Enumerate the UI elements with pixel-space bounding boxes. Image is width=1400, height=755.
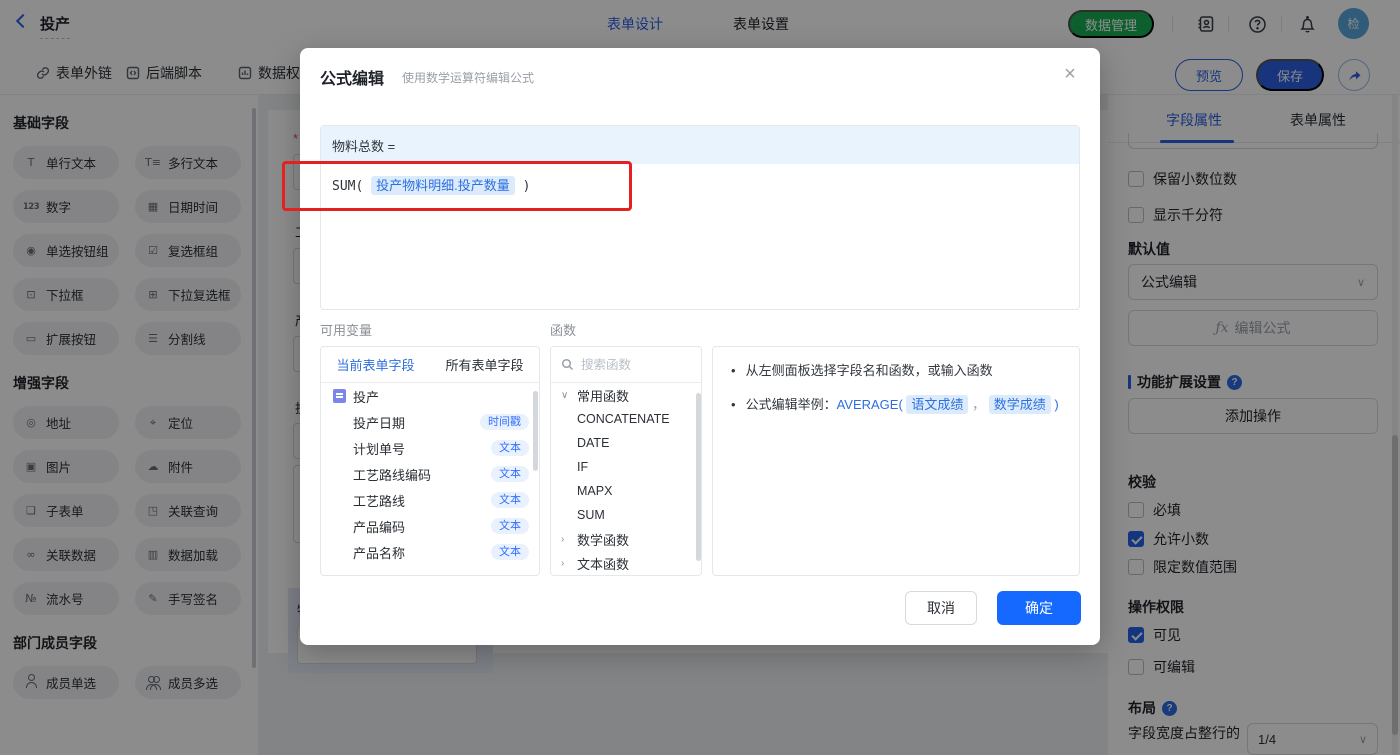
function-group-常用函数[interactable]: ∨ 常用函数 [551,383,701,407]
variables-label: 可用变量 [320,323,373,338]
function-group-文本函数[interactable]: › 文本函数 [551,551,701,575]
variable-name: 工艺路线 [353,493,406,509]
close-icon[interactable]: × [1056,60,1084,88]
variable-type-badge: 时间戳 [480,413,529,431]
bullet-icon: • [731,363,736,378]
variables-scrollbar[interactable] [533,391,538,471]
example-token: 数学成绩 [988,395,1051,414]
help-example: • 公式编辑举例：AVERAGE( 语文成绩 ， 数学成绩 ) [731,395,1061,415]
confirm-button[interactable]: 确定 [997,591,1081,625]
annotation-rectangle [282,161,632,211]
function-item-SUM[interactable]: SUM [551,503,701,527]
formula-help-panel: • 从左侧面板选择字段名和函数，或输入函数 • 公式编辑举例：AVERAGE( … [712,346,1080,576]
variable-name: 计划单号 [353,441,406,457]
function-group-name: 数学函数 [577,532,630,548]
tab-all-form-fields[interactable]: 所有表单字段 [430,347,539,382]
example-func: AVERAGE( [836,397,903,412]
function-tree: ∨ 常用函数 CONCATENATE DATE IF MAPX SUM › 数学函数 › 文本函数 [551,383,701,575]
variable-row[interactable]: 计划单号 文本 [321,435,539,461]
function-group-name: 常用函数 [577,388,630,404]
function-search[interactable] [551,347,701,383]
caret-icon: ∨ [561,389,569,401]
variable-type-badge: 文本 [491,491,529,509]
functions-label: 函数 [550,323,577,338]
variable-name: 投产日期 [353,415,406,431]
function-search-input[interactable] [581,357,681,372]
variable-row[interactable]: 产品名称 文本 [321,539,539,565]
variables-tabs: 当前表单字段 所有表单字段 [321,347,539,383]
variable-row[interactable]: 工艺路线编码 文本 [321,461,539,487]
function-item-CONCATENATE[interactable]: CONCATENATE [551,407,701,431]
variable-tree-root[interactable]: 投产 [321,383,539,409]
function-item-DATE[interactable]: DATE [551,431,701,455]
variable-name: 产品名称 [353,545,406,561]
modal-subtitle: 使用数学运算符编辑公式 [402,71,535,85]
variable-row[interactable]: 工艺路线 文本 [321,487,539,513]
variable-name: 产品编码 [353,519,406,535]
search-icon [561,358,574,371]
formula-editor-modal: 公式编辑 使用数学运算符编辑公式 × 物料总数 = SUM( 投产物料明细.投产… [300,48,1100,645]
function-group-name: 文本函数 [577,556,630,572]
caret-icon: › [561,557,565,569]
variable-row[interactable]: 产品编码 文本 [321,513,539,539]
function-item-MAPX[interactable]: MAPX [551,479,701,503]
function-group-数学函数[interactable]: › 数学函数 [551,527,701,551]
formula-target: 物料总数 = [321,126,1079,164]
functions-scrollbar[interactable] [696,393,701,561]
bullet-icon: • [731,397,736,412]
form-doc-icon [333,389,346,403]
formula-editor[interactable]: 物料总数 = SUM( 投产物料明细.投产数量 ) [320,125,1080,310]
variable-row[interactable]: 投产日期 时间戳 [321,409,539,435]
functions-panel: ∨ 常用函数 CONCATENATEDATEIFMAPXSUM › 数学函数 › 文本函数 [550,346,702,576]
root-form-name: 投产 [353,389,380,405]
variable-name: 工艺路线编码 [353,467,432,483]
tab-current-form-fields[interactable]: 当前表单字段 [321,347,430,382]
cancel-button[interactable]: 取消 [905,591,977,625]
caret-icon: › [561,533,565,545]
modal-title: 公式编辑 [320,71,385,88]
variable-type-badge: 文本 [491,465,529,483]
example-token: 语文成绩 [906,395,969,414]
function-item-IF[interactable]: IF [551,455,701,479]
variable-type-badge: 文本 [491,517,529,535]
variable-type-badge: 文本 [491,439,529,457]
variable-list: 投产日期 时间戳 计划单号 文本 工艺路线编码 文本 工艺路线 文本 产品编码 文本 产品名称 文本 [321,409,539,565]
help-bullet: • 从左侧面板选择字段名和函数，或输入函数 [731,361,1061,381]
variable-type-badge: 文本 [491,543,529,561]
variables-panel: 当前表单字段 所有表单字段 投产 投产日期 时间戳 计划单号 文本 工艺路线编码 文本 工艺… [320,346,540,576]
